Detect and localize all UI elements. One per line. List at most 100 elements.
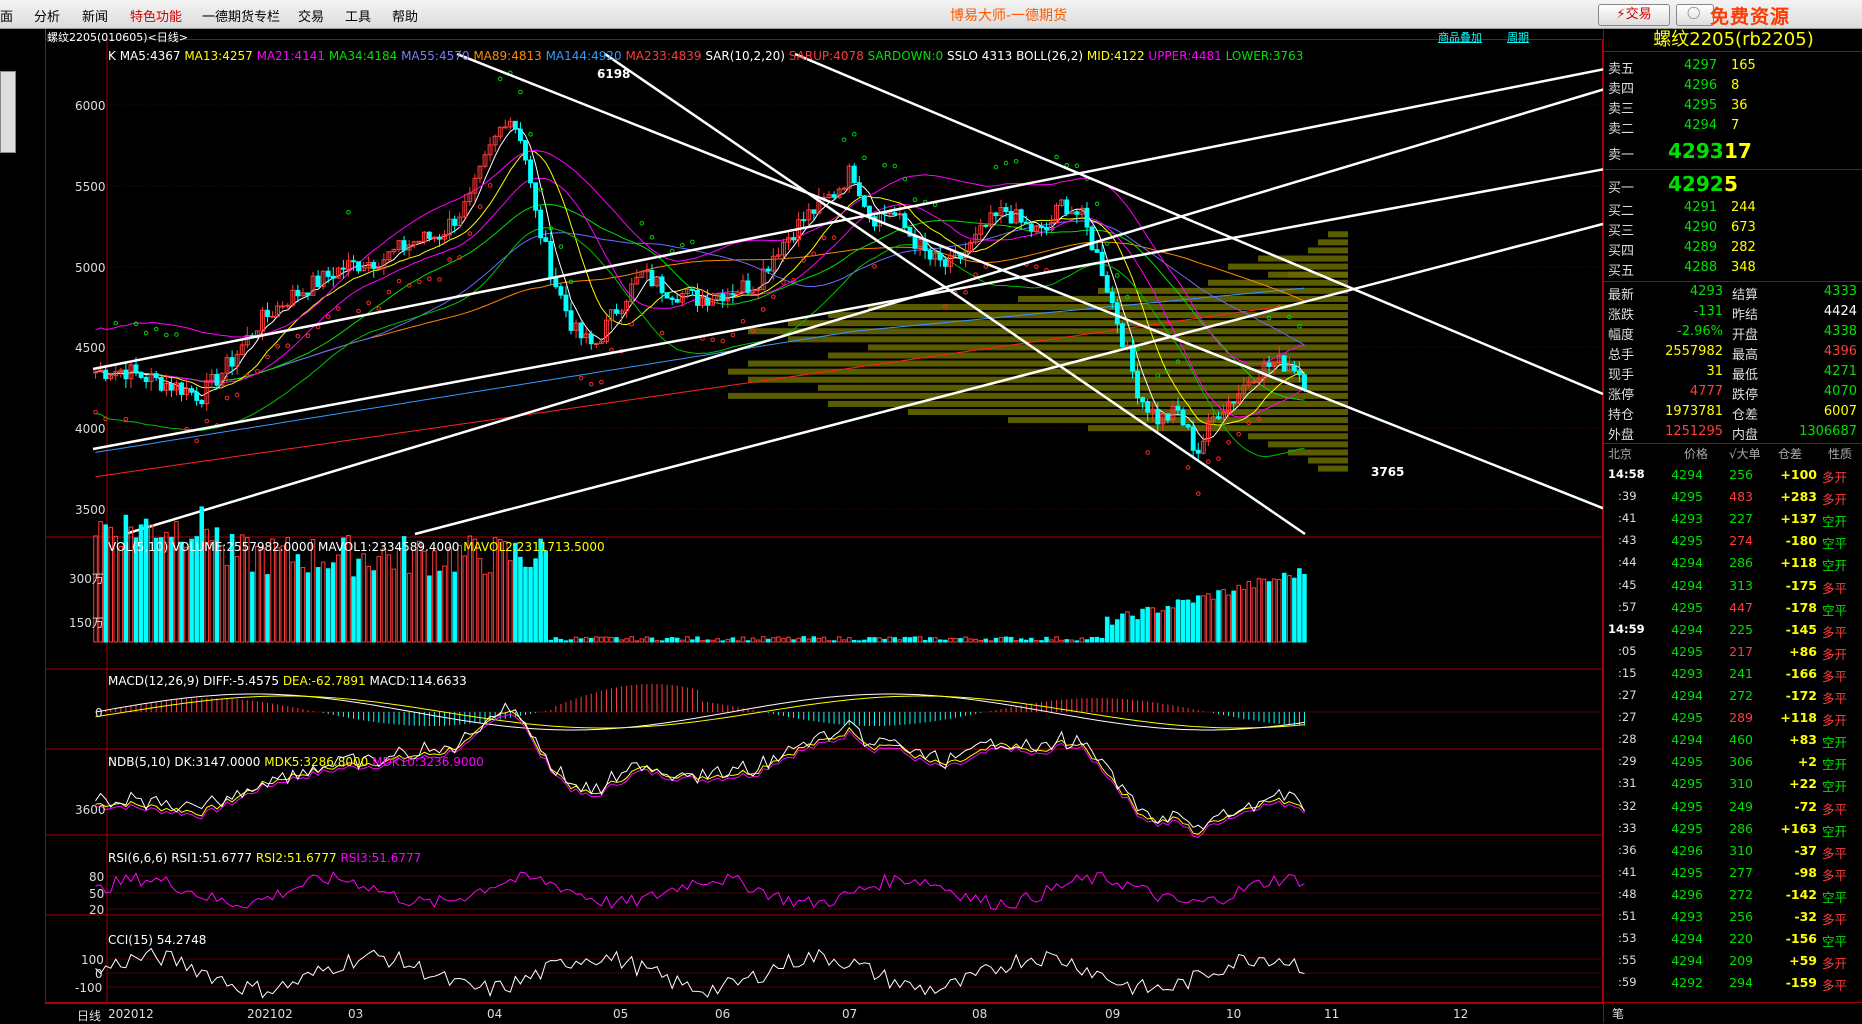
ask-row[interactable]: 卖三 4295 36 — [1604, 97, 1862, 117]
tick-row[interactable]: :32 4295 249 -72 多平 — [1604, 797, 1862, 819]
volume-bar — [877, 637, 882, 643]
volume-bar — [659, 640, 665, 643]
bid-row[interactable]: 买五 4288 348 — [1604, 259, 1862, 279]
tick-row[interactable]: :48 4296 272 -142 空平 — [1604, 885, 1862, 907]
candle-body — [811, 209, 817, 214]
tick-row[interactable]: :57 4295 447 -178 空平 — [1604, 598, 1862, 620]
sar-dot — [1185, 465, 1191, 470]
menu-item-view[interactable]: 面 — [0, 6, 13, 25]
sar-dot — [690, 239, 695, 245]
menu-item-tools[interactable]: 工具 — [345, 6, 371, 25]
volume-bar — [644, 636, 650, 643]
volume-bar — [391, 568, 397, 643]
candle-body — [123, 369, 129, 380]
tick-row[interactable]: :27 4294 272 -172 多平 — [1604, 686, 1862, 708]
volume-bar — [533, 558, 538, 643]
volume-bar — [553, 637, 559, 643]
candle-body — [229, 357, 235, 367]
sar-dot — [194, 438, 199, 444]
volume-bar — [1140, 608, 1145, 643]
message-button[interactable]: ◯ — [1676, 4, 1714, 26]
candle-body — [689, 288, 695, 291]
tick-row[interactable]: :15 4293 241 -166 多平 — [1604, 664, 1862, 686]
volume-bar — [897, 639, 903, 643]
sar-dot — [518, 89, 523, 95]
bid-row[interactable]: 买四 4289 282 — [1604, 239, 1862, 259]
volume-bar — [1180, 599, 1186, 643]
tick-tab[interactable]: 笔 — [1612, 1005, 1624, 1022]
bid-row[interactable]: 买三 4290 673 — [1604, 219, 1862, 239]
volume-bar — [1195, 595, 1201, 643]
tick-row[interactable]: 14:58 4294 256 +100 多开 — [1604, 465, 1862, 487]
tick-row[interactable]: :59 4292 294 -159 多平 — [1604, 973, 1862, 995]
tick-row[interactable]: :51 4293 256 -32 多平 — [1604, 907, 1862, 929]
volume-bar — [209, 540, 215, 643]
ask-row[interactable]: 卖一 4293 17 — [1604, 139, 1862, 165]
volume-bar — [973, 638, 978, 643]
tick-row[interactable]: :05 4295 217 +86 多开 — [1604, 642, 1862, 664]
volume-bar — [1281, 572, 1287, 643]
menu-item-news[interactable]: 新闻 — [82, 6, 108, 25]
menu-item-trade[interactable]: 交易 — [298, 6, 324, 25]
volume-bar — [938, 639, 943, 643]
kline-chart[interactable] — [45, 29, 1603, 1023]
bid-row[interactable]: 买一 4292 5 — [1604, 172, 1862, 198]
tick-row[interactable]: :39 4295 483 +283 多开 — [1604, 487, 1862, 509]
tick-row[interactable]: :28 4294 460 +83 空开 — [1604, 730, 1862, 752]
menu-item-features[interactable]: 特色功能 — [130, 6, 182, 25]
tick-row[interactable]: :43 4295 274 -180 空平 — [1604, 531, 1862, 553]
candle-body — [179, 382, 184, 395]
candle-body — [927, 250, 933, 260]
tick-row[interactable]: 14:59 4294 225 -145 多平 — [1604, 620, 1862, 642]
x-tick-label: 05 — [613, 1007, 629, 1021]
volume-bar — [1115, 619, 1120, 643]
tick-row[interactable]: :44 4294 286 +118 空开 — [1604, 553, 1862, 575]
period-label[interactable]: 日线 — [77, 1007, 101, 1024]
tick-row[interactable]: :53 4294 220 -156 空平 — [1604, 929, 1862, 951]
candle-body — [502, 126, 508, 129]
volume-bar — [801, 636, 806, 643]
tick-row[interactable]: :41 4293 227 +137 空开 — [1604, 509, 1862, 531]
volume-bar — [943, 639, 948, 643]
volume-profile-bar — [1328, 231, 1348, 238]
volume-bar — [508, 560, 513, 643]
volume-bar — [1261, 578, 1267, 643]
volume-bar — [558, 638, 564, 643]
volume-bar — [502, 541, 508, 643]
volume-bar — [634, 640, 640, 643]
candle-body — [1216, 416, 1221, 419]
sar-dot — [123, 416, 129, 422]
menu-item-help[interactable]: 帮助 — [392, 6, 418, 25]
ask-row[interactable]: 卖五 4297 165 — [1604, 57, 1862, 77]
candle-body — [351, 260, 356, 263]
trade-button[interactable]: ⚡交易 — [1598, 4, 1670, 26]
tick-row[interactable]: :55 4294 209 +59 多开 — [1604, 951, 1862, 973]
volume-bar — [1018, 638, 1024, 643]
vol-axis-label: 150万 — [69, 616, 104, 630]
tick-row[interactable]: :31 4295 310 +22 空开 — [1604, 774, 1862, 796]
tick-row[interactable]: :41 4295 277 -98 多平 — [1604, 863, 1862, 885]
ask-row[interactable]: 卖四 4296 8 — [1604, 77, 1862, 97]
chart-area[interactable]: 螺纹2205(010605)<日线> 商品叠加 周期 K MA5:4367 MA… — [45, 29, 1603, 1023]
goods-overlay-link[interactable]: 商品叠加 — [1438, 29, 1482, 45]
volume-bar — [796, 637, 801, 643]
tick-row[interactable]: :29 4295 306 +2 空开 — [1604, 752, 1862, 774]
sar-dot — [993, 164, 999, 170]
tick-row[interactable]: :45 4294 313 -175 多平 — [1604, 576, 1862, 598]
tick-row[interactable]: :36 4296 310 -37 多平 — [1604, 841, 1862, 863]
tick-row[interactable]: :27 4295 289 +118 多开 — [1604, 708, 1862, 730]
period-link[interactable]: 周期 — [1507, 29, 1529, 45]
candle-body — [588, 333, 594, 345]
left-side-tab[interactable] — [0, 71, 16, 153]
tick-row[interactable]: :33 4295 286 +163 空开 — [1604, 819, 1862, 841]
ask-row[interactable]: 卖二 4294 7 — [1604, 117, 1862, 137]
volume-bar — [386, 554, 392, 643]
volume-bar — [184, 546, 189, 643]
volume-bar — [1023, 639, 1029, 643]
volume-bar — [447, 546, 452, 643]
bid-row[interactable]: 买二 4291 244 — [1604, 199, 1862, 219]
menu-item-analysis[interactable]: 分析 — [34, 6, 60, 25]
volume-bar — [255, 546, 260, 643]
menu-item-column[interactable]: 一德期货专栏 — [202, 6, 280, 25]
candle-body — [1296, 370, 1302, 376]
